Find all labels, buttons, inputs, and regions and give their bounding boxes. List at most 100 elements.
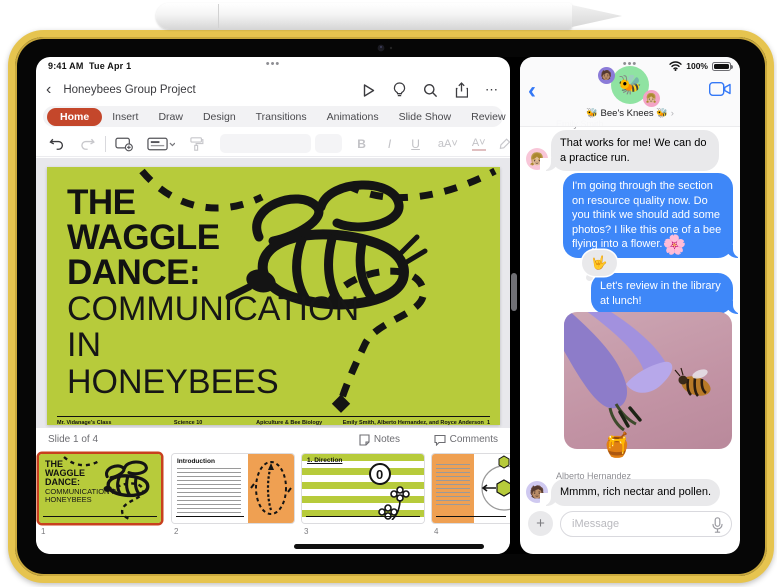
italic-button[interactable]: I xyxy=(388,137,391,151)
undo-icon[interactable] xyxy=(49,136,64,151)
thumb2-number: 2 xyxy=(174,527,179,536)
thumbnail-slide-3[interactable]: 1. Direction 0 xyxy=(302,454,424,523)
thumbnail-slide-2[interactable]: Introduction xyxy=(172,454,294,523)
underline-button[interactable]: U xyxy=(411,137,420,151)
thumbnail-slide-4[interactable] xyxy=(432,454,510,523)
slide-footer: Mr. Vidanage's Class Science 10 Apicultu… xyxy=(57,416,490,425)
bold-button[interactable]: B xyxy=(357,137,366,151)
thumbnail-slide-1[interactable]: THE WAGGLE DANCE: COMMUNICATION IN HONEY… xyxy=(39,454,161,523)
purple-flower xyxy=(564,312,673,432)
tab-slideshow[interactable]: Slide Show xyxy=(389,111,462,123)
tab-review[interactable]: Review xyxy=(461,111,510,123)
photo-message-bee-flower[interactable] xyxy=(564,312,732,449)
split-view-divider-handle[interactable] xyxy=(511,273,517,311)
slide-footer-class: Mr. Vidanage's Class xyxy=(57,420,112,425)
battery-icon xyxy=(712,61,733,71)
font-color-button[interactable]: A ˅ xyxy=(471,137,486,151)
message-bubble-sent[interactable]: Let's review in the library at lunch! xyxy=(591,273,740,315)
message-bubble-received[interactable]: That works for me! We can do a practice … xyxy=(540,130,719,172)
apple-pencil xyxy=(156,3,572,29)
svg-text:0: 0 xyxy=(376,467,383,482)
font-name-field[interactable] xyxy=(219,134,312,153)
back-chevron-icon[interactable]: ‹ xyxy=(528,79,536,103)
photo-content xyxy=(564,312,711,432)
share-icon[interactable] xyxy=(455,82,468,98)
pencil-seam xyxy=(218,4,219,28)
tapback-reaction[interactable]: 🤟 xyxy=(582,250,617,276)
powerpoint-window: 9:41 AM Tue Apr 1 ••• ‹ Honeybees Group … xyxy=(36,57,510,554)
status-right-cluster: 100% xyxy=(669,61,733,71)
facetime-video-icon[interactable] xyxy=(709,82,731,96)
thumb4-circle-diagram xyxy=(481,455,510,511)
thumb3-flower-doodles: 0 xyxy=(369,463,410,520)
member1-emoji: 🧑🏽 xyxy=(600,70,613,80)
imessage-input-wrap xyxy=(560,511,732,537)
thumb1-title: THE WAGGLE DANCE: xyxy=(45,459,85,487)
designer-bulb-icon[interactable] xyxy=(393,82,406,98)
slide-subtitle: COMMUNICATION IN HONEYBEES xyxy=(67,290,360,401)
message-bubble-sent[interactable]: I'm going through the section on resourc… xyxy=(563,173,740,258)
flower-emoji: 🌸 xyxy=(662,235,687,257)
imessage-input[interactable] xyxy=(572,512,702,536)
redo-icon[interactable] xyxy=(80,136,96,151)
comments-icon xyxy=(434,434,446,446)
thumb2-orange-panel xyxy=(248,454,294,523)
search-icon[interactable] xyxy=(423,83,438,98)
screenshot-stage: 9:41 AM Tue Apr 1 ••• ‹ Honeybees Group … xyxy=(0,0,777,587)
slide-1-canvas[interactable]: THE WAGGLE DANCE: COMMUNICATION IN HONEY… xyxy=(47,167,500,425)
slide-editor-canvas[interactable]: THE WAGGLE DANCE: COMMUNICATION IN HONEY… xyxy=(36,158,510,428)
slide-layout-icon[interactable] xyxy=(147,136,176,152)
tab-insert[interactable]: Insert xyxy=(102,111,148,123)
formatting-toolbar: B I U aA ˅ A ˅ xyxy=(36,131,510,157)
group-detail-chevron: › xyxy=(670,108,674,119)
dictation-mic-icon[interactable] xyxy=(712,517,723,533)
tab-design[interactable]: Design xyxy=(193,111,246,123)
tab-home[interactable]: Home xyxy=(47,107,103,126)
notes-button[interactable]: Notes xyxy=(359,433,400,446)
group-name[interactable]: 🐝 Bee's Knees 🐝 › xyxy=(520,108,740,119)
thumb1-subtitle: COMMUNICATION IN HONEYBEES xyxy=(45,487,120,504)
message-bubble-received[interactable]: Mmmm, rich nectar and pollen. xyxy=(540,479,720,506)
messages-window: ••• 100% ‹ 🐝 🧑🏽 👧🏼 🐝 Bee's Knees 🐝 › Emi… xyxy=(520,57,740,554)
tab-animations[interactable]: Animations xyxy=(317,111,389,123)
font-size-field[interactable] xyxy=(315,134,343,153)
tab-draw[interactable]: Draw xyxy=(148,111,193,123)
home-indicator[interactable] xyxy=(294,544,484,549)
highlight-pen-icon[interactable] xyxy=(498,137,510,151)
thumb3-heading: 1. Direction xyxy=(307,457,343,464)
notes-icon xyxy=(359,433,370,446)
slide-count: Slide 1 of 4 xyxy=(48,434,99,445)
member-avatar-2[interactable]: 👧🏼 xyxy=(643,90,660,107)
thumb2-heading: Introduction xyxy=(177,458,215,465)
titlebar-actions: ⋯ xyxy=(361,77,498,103)
thumb1-number: 1 xyxy=(41,527,46,536)
flying-bee xyxy=(674,367,711,397)
thumb3-footer-line xyxy=(306,516,420,519)
message-composer: + xyxy=(520,507,740,541)
powerpoint-titlebar: ‹ Honeybees Group Project ⋯ xyxy=(36,77,510,103)
more-options-icon[interactable]: ⋯ xyxy=(485,82,498,98)
ribbon-tabs: Home Insert Draw Design Transitions Anim… xyxy=(43,106,506,127)
thumb4-number: 4 xyxy=(434,527,439,536)
thumb4-footer-line xyxy=(436,516,506,519)
thumbnail-strip: THE WAGGLE DANCE: COMMUNICATION IN HONEY… xyxy=(36,451,510,554)
slide-footer-number: 1 xyxy=(486,420,490,425)
slide-footer-authors: Emily Smith, Alberto Hernandez, and Royc… xyxy=(342,420,484,425)
new-slide-icon[interactable] xyxy=(114,136,133,152)
comments-button[interactable]: Comments xyxy=(434,434,498,446)
present-play-icon[interactable] xyxy=(361,83,376,98)
change-case-button[interactable]: aA ˅ xyxy=(438,138,458,150)
slide-title: THE WAGGLE DANCE: xyxy=(67,183,220,292)
tab-transitions[interactable]: Transitions xyxy=(246,111,317,123)
bee-avatar-emoji: 🐝 xyxy=(618,75,642,96)
honey-pot-sticker[interactable]: 🍯 xyxy=(602,431,632,460)
member2-emoji: 👧🏼 xyxy=(645,93,658,103)
thumb3-number: 3 xyxy=(304,527,309,536)
battery-percent: 100% xyxy=(686,61,708,71)
window-controls-dots[interactable]: ••• xyxy=(36,58,510,70)
add-attachment-button[interactable]: + xyxy=(528,511,553,536)
ipad-screen: 9:41 AM Tue Apr 1 ••• ‹ Honeybees Group … xyxy=(36,57,740,554)
thumb2-footer-line xyxy=(176,516,244,519)
back-chevron-icon[interactable]: ‹ xyxy=(46,82,51,98)
document-title: Honeybees Group Project xyxy=(63,84,196,96)
